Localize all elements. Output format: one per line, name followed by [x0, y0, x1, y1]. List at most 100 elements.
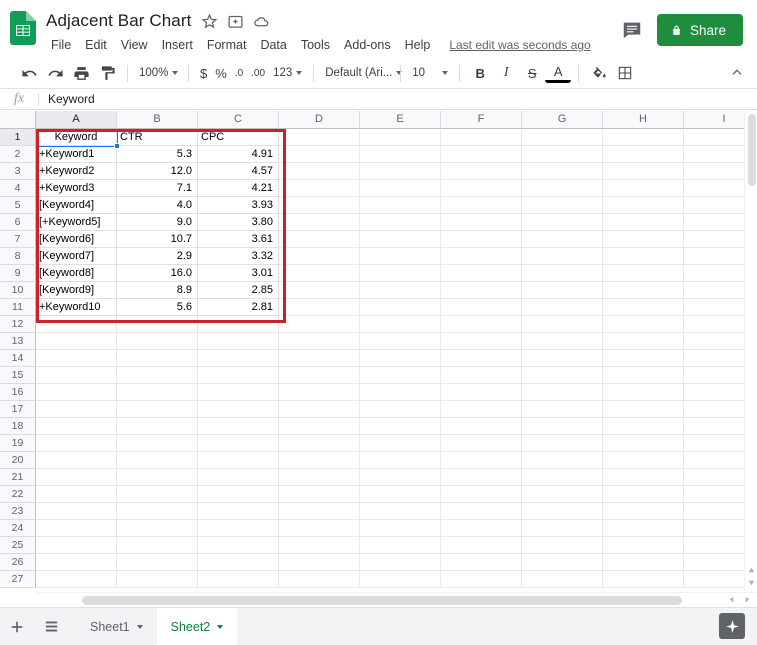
row-header-22[interactable]: 22 — [0, 486, 36, 503]
cell-D15[interactable] — [279, 367, 360, 384]
cell-C25[interactable] — [198, 537, 279, 554]
cell-E21[interactable] — [360, 469, 441, 486]
cell-C16[interactable] — [198, 384, 279, 401]
cell-C17[interactable] — [198, 401, 279, 418]
cell-G10[interactable] — [522, 282, 603, 299]
scroll-down-arrow-icon[interactable] — [747, 574, 756, 586]
cell-H5[interactable] — [603, 197, 684, 214]
cell-F14[interactable] — [441, 350, 522, 367]
cell-A11[interactable]: +Keyword10 — [36, 299, 117, 316]
cell-E22[interactable] — [360, 486, 441, 503]
cell-E20[interactable] — [360, 452, 441, 469]
cell-F13[interactable] — [441, 333, 522, 350]
cell-C13[interactable] — [198, 333, 279, 350]
cell-A18[interactable] — [36, 418, 117, 435]
cell-A12[interactable] — [36, 316, 117, 333]
cell-H21[interactable] — [603, 469, 684, 486]
row-header-25[interactable]: 25 — [0, 537, 36, 554]
cell-A19[interactable] — [36, 435, 117, 452]
sheet-tab-sheet2[interactable]: Sheet2 — [156, 608, 238, 645]
cell-D23[interactable] — [279, 503, 360, 520]
vertical-scrollbar[interactable] — [744, 111, 757, 591]
cell-C21[interactable] — [198, 469, 279, 486]
cell-D7[interactable] — [279, 231, 360, 248]
bold-button[interactable]: B — [467, 61, 493, 85]
cell-F12[interactable] — [441, 316, 522, 333]
row-header-14[interactable]: 14 — [0, 350, 36, 367]
cell-A1[interactable]: Keyword — [36, 129, 117, 146]
move-to-folder-icon[interactable] — [227, 13, 244, 30]
cell-C11[interactable]: 2.81 — [198, 299, 279, 316]
column-header-f[interactable]: F — [441, 111, 522, 129]
cell-B15[interactable] — [117, 367, 198, 384]
cell-A20[interactable] — [36, 452, 117, 469]
column-header-g[interactable]: G — [522, 111, 603, 129]
cell-D6[interactable] — [279, 214, 360, 231]
cell-E14[interactable] — [360, 350, 441, 367]
row-header-18[interactable]: 18 — [0, 418, 36, 435]
cell-F23[interactable] — [441, 503, 522, 520]
cell-B10[interactable]: 8.9 — [117, 282, 198, 299]
cell-E19[interactable] — [360, 435, 441, 452]
cell-G18[interactable] — [522, 418, 603, 435]
horizontal-scrollbar[interactable] — [36, 592, 757, 607]
cell-D22[interactable] — [279, 486, 360, 503]
menu-file[interactable]: File — [46, 36, 78, 54]
cell-E7[interactable] — [360, 231, 441, 248]
comment-icon[interactable] — [621, 19, 643, 41]
cell-H11[interactable] — [603, 299, 684, 316]
cell-F18[interactable] — [441, 418, 522, 435]
cell-D2[interactable] — [279, 146, 360, 163]
cell-D4[interactable] — [279, 180, 360, 197]
cell-C14[interactable] — [198, 350, 279, 367]
row-header-15[interactable]: 15 — [0, 367, 36, 384]
text-color-button[interactable]: A — [545, 64, 572, 83]
cell-B27[interactable] — [117, 571, 198, 588]
cell-C24[interactable] — [198, 520, 279, 537]
cell-A17[interactable] — [36, 401, 117, 418]
cell-A27[interactable] — [36, 571, 117, 588]
cell-C7[interactable]: 3.61 — [198, 231, 279, 248]
cell-F11[interactable] — [441, 299, 522, 316]
cell-F1[interactable] — [441, 129, 522, 146]
row-header-19[interactable]: 19 — [0, 435, 36, 452]
cell-E24[interactable] — [360, 520, 441, 537]
cell-B11[interactable]: 5.6 — [117, 299, 198, 316]
menu-help[interactable]: Help — [398, 36, 438, 54]
cell-E9[interactable] — [360, 265, 441, 282]
cell-B14[interactable] — [117, 350, 198, 367]
cell-G27[interactable] — [522, 571, 603, 588]
menu-add-ons[interactable]: Add-ons — [337, 36, 398, 54]
cell-E11[interactable] — [360, 299, 441, 316]
cell-F27[interactable] — [441, 571, 522, 588]
row-header-20[interactable]: 20 — [0, 452, 36, 469]
column-header-c[interactable]: C — [198, 111, 279, 129]
menu-insert[interactable]: Insert — [155, 36, 200, 54]
cell-B24[interactable] — [117, 520, 198, 537]
row-header-26[interactable]: 26 — [0, 554, 36, 571]
cell-H27[interactable] — [603, 571, 684, 588]
cell-H15[interactable] — [603, 367, 684, 384]
row-header-4[interactable]: 4 — [0, 180, 36, 197]
cell-C2[interactable]: 4.91 — [198, 146, 279, 163]
cell-D18[interactable] — [279, 418, 360, 435]
cell-D27[interactable] — [279, 571, 360, 588]
cell-A26[interactable] — [36, 554, 117, 571]
cell-F5[interactable] — [441, 197, 522, 214]
cell-A14[interactable] — [36, 350, 117, 367]
menu-view[interactable]: View — [114, 36, 155, 54]
cell-H26[interactable] — [603, 554, 684, 571]
cell-E16[interactable] — [360, 384, 441, 401]
row-header-2[interactable]: 2 — [0, 146, 36, 163]
cell-D8[interactable] — [279, 248, 360, 265]
menu-tools[interactable]: Tools — [294, 36, 337, 54]
cell-H8[interactable] — [603, 248, 684, 265]
row-header-11[interactable]: 11 — [0, 299, 36, 316]
cell-E23[interactable] — [360, 503, 441, 520]
vertical-scroll-thumb[interactable] — [748, 114, 756, 186]
row-header-12[interactable]: 12 — [0, 316, 36, 333]
cell-F9[interactable] — [441, 265, 522, 282]
row-header-16[interactable]: 16 — [0, 384, 36, 401]
cell-D21[interactable] — [279, 469, 360, 486]
cell-E25[interactable] — [360, 537, 441, 554]
